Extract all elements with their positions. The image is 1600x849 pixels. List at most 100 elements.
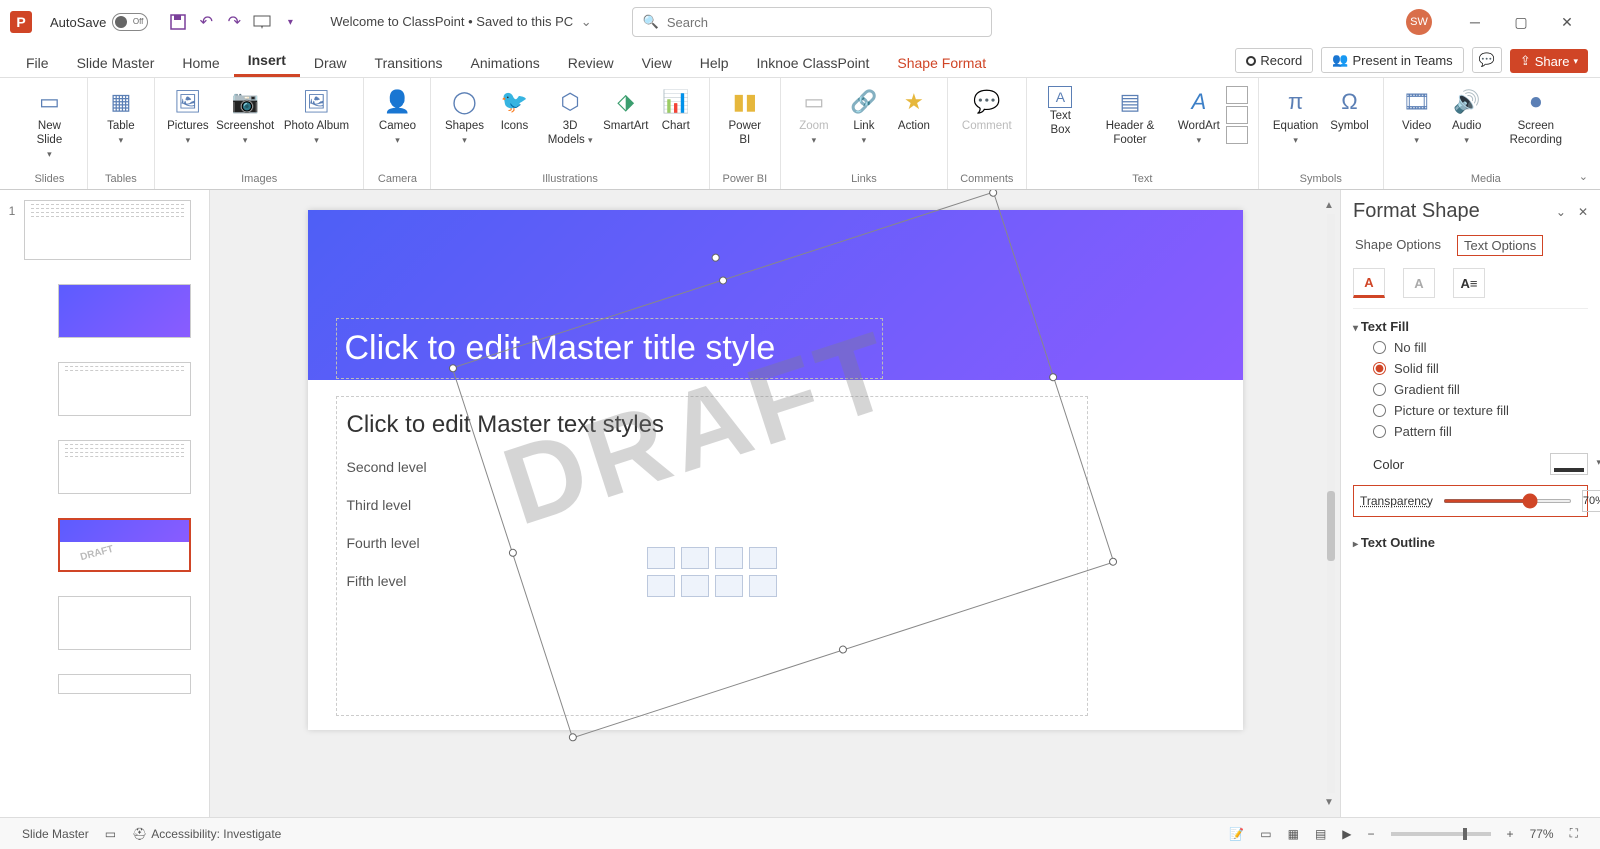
scroll-up-icon[interactable]: ▲ — [1322, 198, 1336, 212]
solid-fill-radio[interactable]: Solid fill — [1373, 361, 1588, 376]
scroll-thumb[interactable] — [1327, 491, 1335, 561]
gradient-fill-radio[interactable]: Gradient fill — [1373, 382, 1588, 397]
qat-dropdown-icon[interactable]: ▾ — [276, 8, 304, 36]
zoom-in-button[interactable]: + — [1499, 827, 1522, 841]
chart-button[interactable]: 📊Chart — [651, 82, 701, 138]
wordart-button[interactable]: AWordArt▾ — [1174, 82, 1224, 152]
tab-review[interactable]: Review — [554, 49, 628, 77]
header-footer-button[interactable]: ▤Header & Footer — [1086, 82, 1174, 152]
present-from-start-icon[interactable] — [248, 8, 276, 36]
object-icon[interactable] — [1226, 126, 1248, 144]
tab-insert[interactable]: Insert — [234, 46, 300, 77]
shapes-button[interactable]: ◯Shapes▾ — [439, 82, 489, 152]
normal-view-icon[interactable]: ▭ — [1252, 827, 1279, 841]
smartart-button[interactable]: ⬗SmartArt — [601, 82, 651, 138]
chevron-down-icon[interactable]: ⌄ — [581, 14, 592, 29]
textbox-props-icon[interactable]: A≡ — [1453, 268, 1485, 298]
scroll-down-icon[interactable]: ▼ — [1322, 795, 1336, 809]
screenshot-button[interactable]: 📷Screenshot▾ — [213, 82, 278, 152]
tab-classpoint[interactable]: Inknoe ClassPoint — [743, 49, 884, 77]
text-fill-section[interactable]: Text Fill — [1353, 319, 1588, 334]
undo-icon[interactable]: ↶ — [192, 8, 220, 36]
no-fill-radio[interactable]: No fill — [1373, 340, 1588, 355]
link-button[interactable]: 🔗Link▾ — [839, 82, 889, 152]
master-thumbnail[interactable] — [24, 200, 191, 260]
fit-to-window-icon[interactable]: ⛶ — [1562, 826, 1586, 841]
pattern-fill-radio[interactable]: Pattern fill — [1373, 424, 1588, 439]
user-avatar[interactable]: SW — [1406, 9, 1432, 35]
comments-toggle[interactable]: 💬 — [1472, 47, 1502, 73]
tab-draw[interactable]: Draw — [300, 49, 361, 77]
layout-thumbnail-1[interactable] — [58, 284, 191, 338]
layout-thumbnail-2[interactable] — [58, 362, 191, 416]
search-input[interactable]: 🔍 — [632, 7, 992, 37]
pictures-button[interactable]: 🖼Pictures▾ — [163, 82, 213, 152]
text-options-tab[interactable]: Text Options — [1457, 235, 1543, 256]
maximize-button[interactable]: ▢ — [1498, 0, 1544, 44]
layout-thumbnail-4[interactable]: DRAFT — [58, 518, 191, 572]
shape-options-tab[interactable]: Shape Options — [1353, 235, 1443, 256]
present-in-teams-button[interactable]: 👥Present in Teams — [1321, 47, 1463, 73]
slide-number-icon[interactable] — [1226, 106, 1248, 124]
video-button[interactable]: 🎞Video▾ — [1392, 82, 1442, 152]
editor-vertical-scrollbar[interactable]: ▲ ▼ — [1322, 198, 1338, 809]
redo-icon[interactable]: ↷ — [220, 8, 248, 36]
tab-slide-master[interactable]: Slide Master — [63, 49, 169, 77]
pane-close-icon[interactable]: ✕ — [1578, 205, 1588, 219]
ribbon-collapse-icon[interactable]: ⌄ — [1579, 170, 1588, 183]
icons-button[interactable]: 🐦Icons — [489, 82, 539, 138]
text-outline-section[interactable]: Text Outline — [1353, 535, 1588, 550]
zoom-out-button[interactable]: − — [1360, 827, 1383, 841]
status-mode[interactable]: Slide Master — [14, 827, 97, 841]
reading-view-icon[interactable]: ▤ — [1307, 827, 1334, 841]
layout-thumbnail-6[interactable] — [58, 674, 191, 694]
text-effects-icon[interactable]: A — [1403, 268, 1435, 298]
notes-button[interactable]: 📝 — [1221, 827, 1252, 841]
close-button[interactable]: ✕ — [1544, 0, 1590, 44]
accessibility-status[interactable]: ⛑Accessibility: Investigate — [124, 827, 289, 841]
document-title[interactable]: Welcome to ClassPoint • Saved to this PC… — [330, 14, 591, 30]
picture-fill-radio[interactable]: Picture or texture fill — [1373, 403, 1588, 418]
slide-canvas[interactable]: Click to edit Master title style Click t… — [308, 210, 1243, 730]
text-fill-outline-icon[interactable]: A — [1353, 268, 1385, 298]
photo-album-button[interactable]: 🖼Photo Album ▾ — [277, 82, 355, 152]
color-picker-button[interactable]: ▾ — [1550, 453, 1588, 475]
record-button[interactable]: Record — [1235, 48, 1313, 73]
search-field[interactable] — [667, 15, 981, 30]
tab-transitions[interactable]: Transitions — [361, 49, 457, 77]
tab-animations[interactable]: Animations — [456, 49, 553, 77]
zoom-slider[interactable] — [1391, 832, 1491, 836]
minimize-button[interactable]: ─ — [1452, 0, 1498, 44]
transparency-slider[interactable] — [1443, 499, 1572, 503]
cameo-button[interactable]: 👤Cameo▾ — [372, 82, 422, 152]
models-button[interactable]: ⬡3D Models ▾ — [539, 82, 600, 152]
slide-editor[interactable]: Click to edit Master title style Click t… — [210, 190, 1340, 817]
tab-file[interactable]: File — [12, 49, 63, 77]
share-button[interactable]: ⇪Share▾ — [1510, 49, 1588, 73]
sorter-view-icon[interactable]: ▦ — [1280, 827, 1307, 841]
textbox-button[interactable]: AText Box — [1035, 82, 1086, 142]
layout-thumbnail-3[interactable] — [58, 440, 191, 494]
equation-button[interactable]: πEquation▾ — [1267, 82, 1324, 152]
tab-shape-format[interactable]: Shape Format — [883, 49, 1000, 77]
screen-recording-button[interactable]: ⏺Screen Recording — [1492, 82, 1580, 152]
tab-home[interactable]: Home — [168, 49, 233, 77]
tab-help[interactable]: Help — [686, 49, 743, 77]
pane-options-icon[interactable]: ⌄ — [1556, 205, 1566, 219]
slideshow-view-icon[interactable]: ▶ — [1334, 827, 1359, 841]
autosave-switch[interactable]: Off — [112, 13, 148, 31]
transparency-value[interactable]: 70% — [1582, 490, 1600, 512]
display-settings-icon[interactable]: ▭ — [97, 827, 124, 841]
new-slide-button[interactable]: ▭New Slide▾ — [20, 82, 79, 165]
layout-thumbnail-5[interactable] — [58, 596, 191, 650]
zoom-level[interactable]: 77% — [1522, 827, 1562, 841]
audio-button[interactable]: 🔊Audio▾ — [1442, 82, 1492, 152]
save-icon[interactable] — [164, 8, 192, 36]
powerbi-button[interactable]: ▮▮Power BI — [718, 82, 772, 152]
symbol-button[interactable]: ΩSymbol — [1324, 82, 1374, 138]
date-time-icon[interactable] — [1226, 86, 1248, 104]
autosave-toggle[interactable]: AutoSave Off — [50, 13, 148, 31]
table-button[interactable]: ▦Table▾ — [96, 82, 146, 152]
action-button[interactable]: ★Action — [889, 82, 939, 138]
tab-view[interactable]: View — [628, 49, 686, 77]
